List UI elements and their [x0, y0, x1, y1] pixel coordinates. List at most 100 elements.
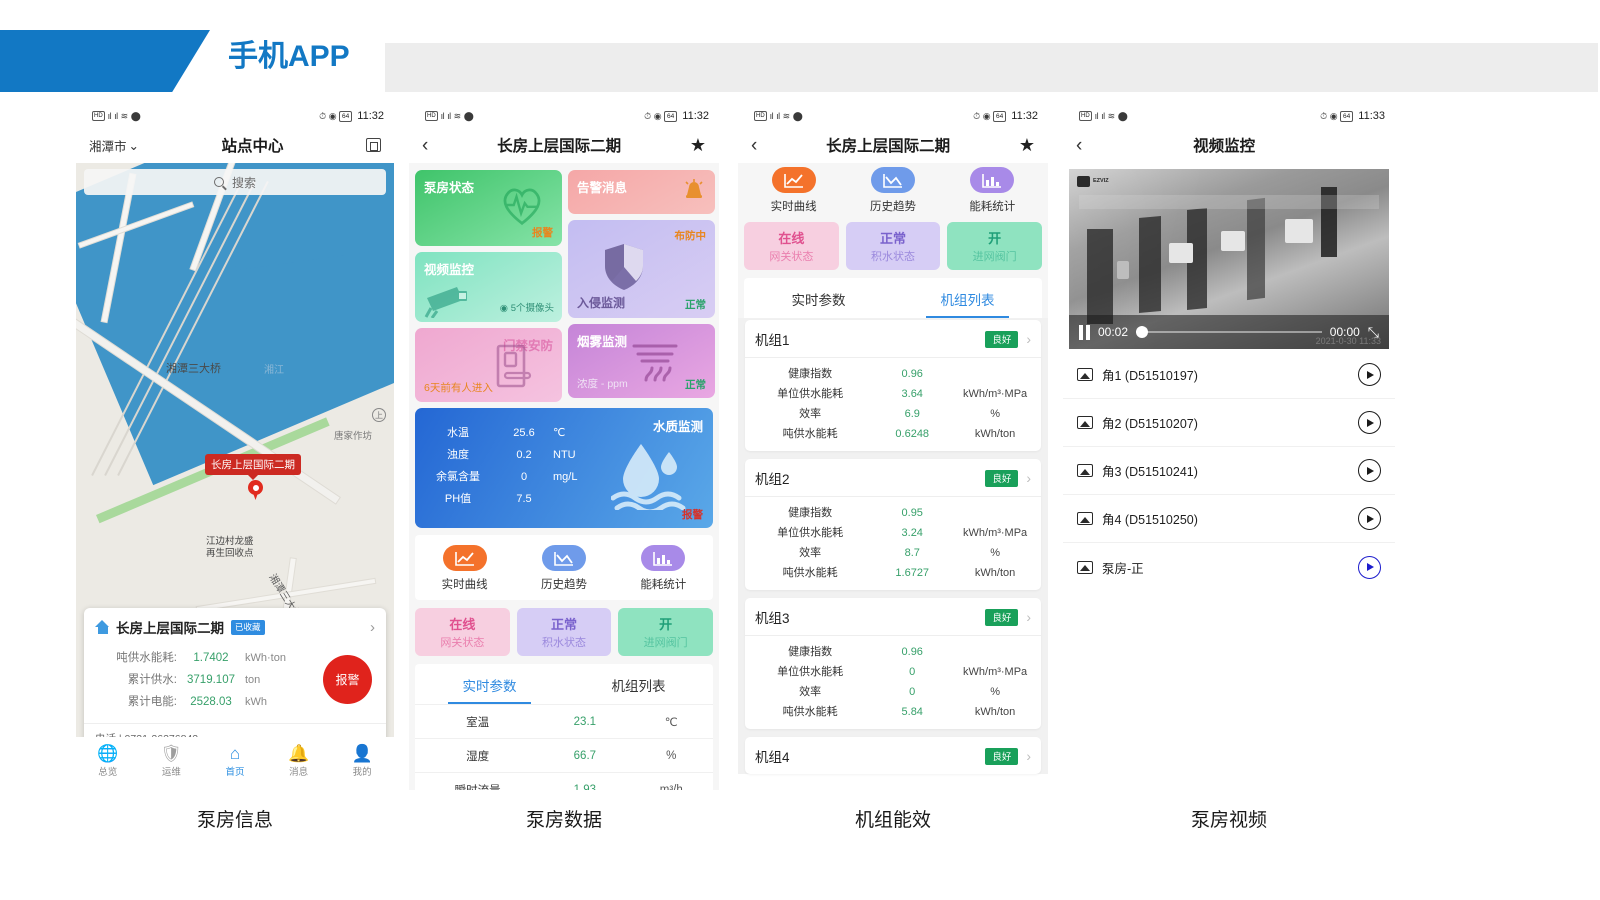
unit-card-body: 健康指数 0.96 单位供水能耗 0 kWh/m³·MPa 效率 0 % 吨供水…: [745, 636, 1041, 729]
signal-icon-2: ıl: [1101, 111, 1105, 121]
image-icon: [1077, 368, 1093, 381]
tab-overview[interactable]: 🌐 总览: [76, 744, 140, 778]
play-button[interactable]: [1358, 459, 1381, 482]
status-water-accumulation[interactable]: 正常 积水状态: [845, 222, 941, 270]
wifi-icon: ≋: [782, 110, 791, 121]
city-selector[interactable]: 湘潭市 ⌄: [89, 136, 139, 155]
unit-card[interactable]: 机组1 良好 › 健康指数 0.96 单位供水能耗 3.64 kWh/m³·MP…: [745, 320, 1041, 451]
param-value: 66.7: [573, 749, 597, 762]
progress-slider[interactable]: [1136, 326, 1322, 338]
card-access-control[interactable]: 门禁安防 6天前有人进入: [415, 328, 562, 402]
card-title: 告警消息: [577, 181, 628, 195]
metric-unit: %: [990, 686, 1000, 698]
chevron-down-icon: ⌄: [128, 138, 139, 153]
card-smoke-detection[interactable]: 烟雾监测 浓度 - ppm 正常: [568, 324, 715, 398]
quick-realtime-curve[interactable]: 实时曲线: [744, 167, 843, 214]
card-water-quality[interactable]: 水质监测 水温 25.6 ℃ 浊度 0.2 NTU 余氯含量 0 mg/L PH…: [415, 408, 713, 528]
play-button[interactable]: [1358, 363, 1381, 386]
pause-icon[interactable]: [1079, 324, 1090, 340]
metric-value: 0: [909, 666, 916, 678]
signal-icon-1: ıl: [440, 111, 445, 121]
chevron-right-icon[interactable]: ›: [1026, 748, 1031, 764]
play-button-active[interactable]: [1358, 555, 1381, 579]
unit-card[interactable]: 机组4 良好 ›: [745, 737, 1041, 774]
water-row: 浊度 0.2 NTU: [421, 444, 605, 466]
site-info-card[interactable]: 长房上层国际二期 已收藏 › 吨供水能耗: 1.7402 kWh·ton 累计供…: [84, 608, 386, 747]
quick-history-trend[interactable]: 历史趋势: [843, 167, 942, 214]
back-icon[interactable]: ‹: [1076, 136, 1082, 155]
globe-icon: 🌐: [97, 744, 119, 763]
search-input[interactable]: 搜索: [84, 169, 386, 195]
status-card-column-left: 泵房状态 报警 视频监控 ◉ 5个摄像头 门禁安防 6天前有人进入: [415, 170, 562, 402]
chevron-right-icon[interactable]: ›: [1026, 609, 1031, 625]
alarm-clock-icon: ⏱: [319, 110, 326, 121]
map-view[interactable]: 湘潭三大桥 湘江 湘潭三大桥 唐家作坊 江边村龙盛 再生回收点 长房上层国际二期…: [76, 163, 394, 747]
card-video-monitor[interactable]: 视频监控 ◉ 5个摄像头: [415, 252, 562, 322]
camera-list-item[interactable]: 泵房-正: [1063, 543, 1395, 591]
chevron-right-icon[interactable]: ›: [1026, 470, 1031, 486]
tab-maintenance[interactable]: 🛡 运维: [140, 744, 204, 778]
unit-metric-row: 效率 8.7 %: [745, 543, 1041, 563]
favorite-star-icon[interactable]: ★: [690, 136, 706, 154]
camera-list-item[interactable]: 角1 (D51510197): [1063, 351, 1395, 399]
qr-scan-icon[interactable]: [365, 138, 381, 152]
alarm-button[interactable]: 报警: [323, 655, 372, 704]
phone-screen-unit-efficiency: HD ıl ıl ≋ ⬤ ⏱ ◉ 64 11:32 ‹ 长房上层国际二期 ★ 实…: [738, 105, 1048, 790]
fullscreen-icon[interactable]: ⤡: [1368, 325, 1379, 339]
unit-name: 机组4: [755, 750, 790, 765]
tab-home[interactable]: ⌂ 首页: [203, 744, 267, 778]
nav-bar: ‹ 长房上层国际二期 ★: [409, 127, 719, 163]
quick-energy-stats[interactable]: 能耗统计: [943, 167, 1042, 214]
card-pump-status[interactable]: 泵房状态 报警: [415, 170, 562, 246]
trend-icon: [541, 545, 586, 571]
tab-unit-list[interactable]: 机组列表: [893, 278, 1042, 318]
metric-key: 健康指数: [788, 646, 833, 658]
water-value: 0: [520, 471, 528, 483]
wifi-icon: ≋: [1107, 110, 1116, 121]
play-button[interactable]: [1358, 507, 1381, 530]
status-inlet-valve[interactable]: 开 进网阀门: [618, 608, 714, 656]
unit-card-body: 健康指数 0.96 单位供水能耗 3.64 kWh/m³·MPa 效率 6.9 …: [745, 358, 1041, 451]
card-title: 视频监控: [424, 263, 475, 277]
camera-list-item[interactable]: 角2 (D51510207): [1063, 399, 1395, 447]
quick-energy-stats[interactable]: 能耗统计: [614, 545, 713, 592]
favorite-star-icon[interactable]: ★: [1019, 136, 1035, 154]
unit-card[interactable]: 机组2 良好 › 健康指数 0.95 单位供水能耗 3.24 kWh/m³·MP…: [745, 459, 1041, 590]
play-button[interactable]: [1358, 411, 1381, 434]
map-pin-icon[interactable]: [248, 480, 263, 495]
map-pin-label[interactable]: 长房上层国际二期: [205, 454, 301, 480]
video-player[interactable]: EZVIZ 2021-0-30 11:33 00:02 00:00 ⤡: [1069, 169, 1389, 349]
status-water-accumulation[interactable]: 正常 积水状态: [516, 608, 612, 656]
tab-unit-list[interactable]: 机组列表: [564, 664, 713, 704]
quick-realtime-curve[interactable]: 实时曲线: [415, 545, 514, 592]
back-icon[interactable]: ‹: [422, 136, 428, 155]
status-badge: 良好: [985, 330, 1019, 348]
camera-name: 角2 (D51510207): [1102, 417, 1198, 431]
card-alarm-message[interactable]: 告警消息: [568, 170, 715, 214]
status-gateway[interactable]: 在线 网关状态: [744, 222, 839, 270]
map-label-bridge: 湘潭三大桥: [166, 363, 221, 375]
unit-metric-row: 单位供水能耗 3.64 kWh/m³·MPa: [745, 384, 1041, 404]
back-icon[interactable]: ‹: [751, 136, 757, 155]
camera-list-item[interactable]: 角4 (D51510250): [1063, 495, 1395, 543]
chevron-right-icon[interactable]: ›: [370, 619, 375, 636]
mic-icon: ⬤: [130, 110, 141, 121]
tab-realtime-params[interactable]: 实时参数: [415, 664, 564, 704]
chevron-right-icon[interactable]: ›: [1026, 331, 1031, 347]
image-icon: [1077, 512, 1093, 525]
status-badge: 良好: [985, 608, 1019, 626]
tab-mine[interactable]: 👤 我的: [330, 744, 394, 778]
quick-history-trend[interactable]: 历史趋势: [514, 545, 613, 592]
location-icon: ◉: [653, 110, 662, 121]
unit-card[interactable]: 机组3 良好 › 健康指数 0.96 单位供水能耗 0 kWh/m³·MPa 效…: [745, 598, 1041, 729]
card-intrusion-detection[interactable]: 布防中 入侵监测 正常: [568, 220, 715, 318]
camera-list-item[interactable]: 角3 (D51510241): [1063, 447, 1395, 495]
status-inlet-valve[interactable]: 开 进网阀门: [947, 222, 1043, 270]
metric-unit: ton: [245, 674, 261, 686]
tab-messages[interactable]: 🔔 消息: [267, 744, 331, 778]
status-gateway[interactable]: 在线 网关状态: [415, 608, 510, 656]
param-unit: ℃: [664, 716, 678, 729]
tab-realtime-params[interactable]: 实时参数: [744, 278, 893, 318]
metric-key: 吨供水能耗: [782, 428, 838, 440]
slider-knob[interactable]: [1136, 326, 1149, 338]
